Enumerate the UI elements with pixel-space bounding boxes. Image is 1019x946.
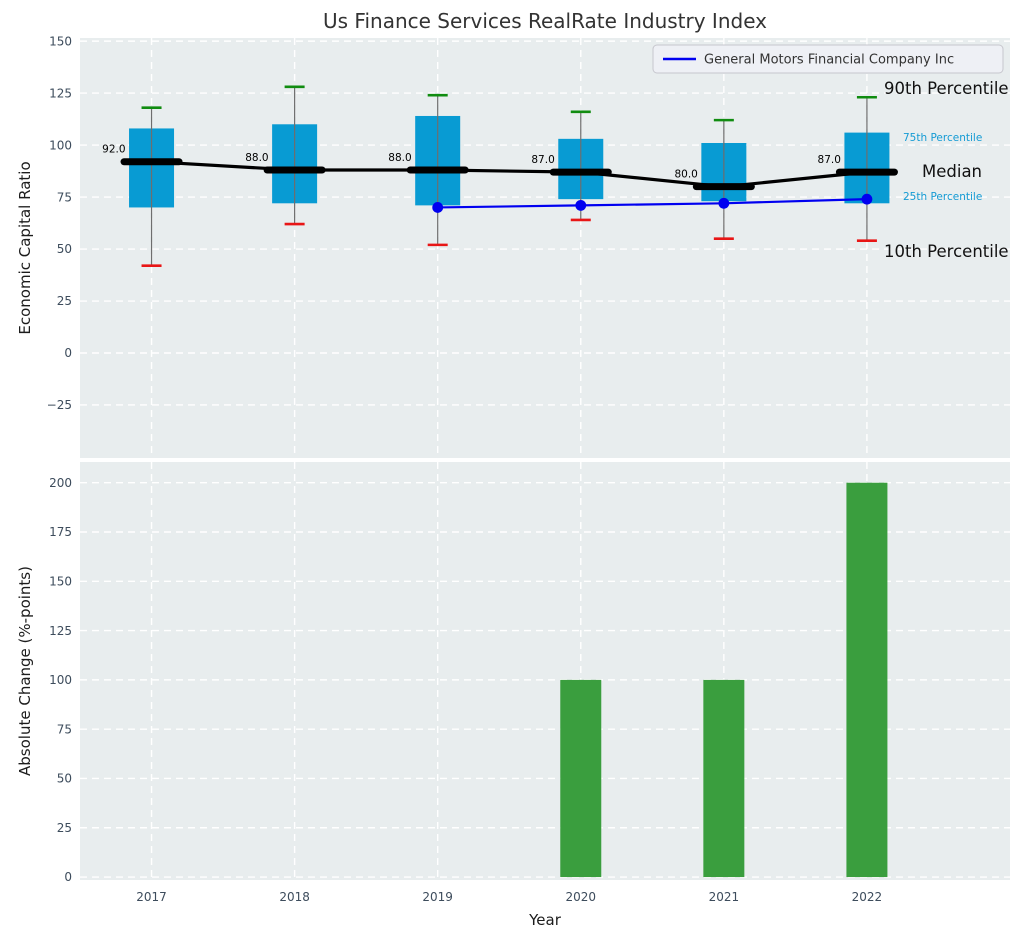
y-tick-label-bottom: 175: [49, 525, 72, 539]
x-tick-label: 2020: [565, 890, 596, 904]
top-axes-background: [80, 38, 1010, 458]
y-tick-label-bottom: 75: [57, 722, 72, 736]
company-point-2019: [432, 202, 443, 213]
legend: General Motors Financial Company Inc: [653, 45, 1003, 73]
y-tick-label-bottom: 150: [49, 574, 72, 588]
median-value-label-2017: 92.0: [102, 144, 125, 156]
y-tick-label-top: 0: [64, 346, 72, 360]
y-tick-label-bottom: 100: [49, 673, 72, 687]
y-tick-label-bottom: 25: [57, 821, 72, 835]
y-tick-label-top: −25: [47, 398, 72, 412]
y-tick-label-bottom: 200: [49, 476, 72, 490]
y-axis-label-bottom: Absolute Change (%-points): [16, 566, 34, 776]
x-tick-label: 2019: [422, 890, 453, 904]
y-tick-label-bottom: 0: [64, 870, 72, 884]
x-tick-label: 2021: [709, 890, 740, 904]
annotation-10th-percentile: 10th Percentile: [884, 242, 1009, 261]
median-value-label-2021: 80.0: [674, 169, 697, 181]
median-marker-2020: [550, 169, 612, 176]
x-tick-label: 2022: [852, 890, 883, 904]
median-value-label-2022: 87.0: [818, 154, 841, 166]
annotation-90th-percentile: 90th Percentile: [884, 79, 1009, 98]
company-point-2022: [862, 194, 873, 205]
y-axis-label-top: Economic Capital Ratio: [16, 161, 34, 334]
annotation-25th-percentile: 25th Percentile: [903, 191, 982, 203]
median-marker-2022: [836, 169, 898, 176]
y-tick-label-top: 100: [49, 138, 72, 152]
median-value-label-2019: 88.0: [388, 152, 411, 164]
x-tick-label: 2017: [136, 890, 167, 904]
company-point-2020: [575, 200, 586, 211]
company-point-2021: [718, 198, 729, 209]
annotation-median: Median: [922, 162, 982, 181]
bar-2020: [560, 680, 601, 877]
median-marker-2017: [121, 158, 183, 165]
y-tick-label-top: 75: [57, 190, 72, 204]
median-value-label-2018: 88.0: [245, 152, 268, 164]
x-axis-label: Year: [528, 911, 562, 929]
y-tick-label-top: 50: [57, 242, 72, 256]
chart-canvas: 92.0 88.0 88.0 87.0 80.0 87.0 150 125 100 75 50 25…: [0, 0, 1019, 942]
bar-2021: [703, 680, 744, 877]
median-value-label-2020: 87.0: [531, 154, 554, 166]
annotation-75th-percentile: 75th Percentile: [903, 132, 982, 144]
y-tick-label-top: 25: [57, 294, 72, 308]
x-tick-label: 2018: [279, 890, 310, 904]
y-tick-label-top: 125: [49, 86, 72, 100]
chart-title: Us Finance Services RealRate Industry In…: [323, 9, 767, 33]
median-marker-2019: [407, 167, 469, 174]
bar-2022: [846, 483, 887, 877]
legend-label: General Motors Financial Company Inc: [704, 53, 954, 68]
figure: 92.0 88.0 88.0 87.0 80.0 87.0 150 125 100 75 50 25…: [0, 0, 1019, 942]
y-tick-label-top: 150: [49, 34, 72, 48]
median-marker-2018: [264, 167, 326, 174]
y-tick-label-bottom: 50: [57, 772, 72, 786]
y-tick-label-bottom: 125: [49, 624, 72, 638]
median-marker-2021: [693, 183, 755, 190]
